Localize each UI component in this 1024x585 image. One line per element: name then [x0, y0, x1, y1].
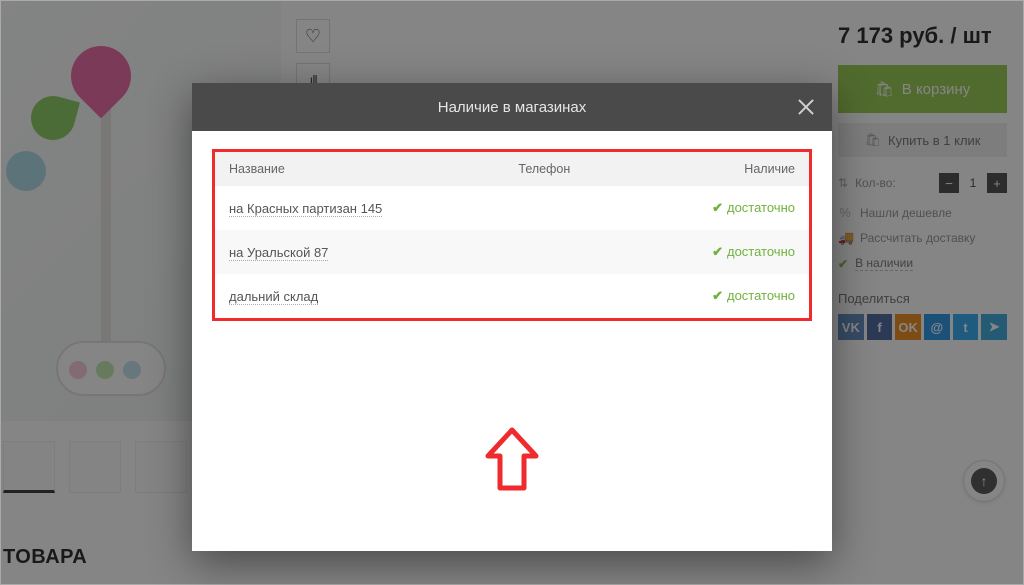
- modal-overlay[interactable]: Наличие в магазинах Название Телефон Нал…: [1, 1, 1023, 584]
- availability-table: Название Телефон Наличие на Красных парт…: [215, 152, 809, 318]
- check-icon: ✔: [712, 200, 723, 215]
- availability-modal: Наличие в магазинах Название Телефон Нал…: [192, 83, 832, 551]
- modal-title: Наличие в магазинах: [438, 99, 587, 116]
- store-name[interactable]: на Уральской 87: [229, 245, 328, 261]
- table-row: на Красных партизан 145 ✔достаточно: [215, 186, 809, 230]
- check-icon: ✔: [712, 288, 723, 303]
- check-icon: ✔: [712, 244, 723, 259]
- table-row: на Уральской 87 ✔достаточно: [215, 230, 809, 274]
- col-phone: Телефон: [504, 152, 631, 186]
- store-phone: [504, 274, 631, 318]
- col-avail: Наличие: [632, 152, 809, 186]
- store-availability: ✔достаточно: [712, 288, 795, 303]
- annotation-arrow-up-icon: [482, 426, 542, 496]
- highlight-annotation: Название Телефон Наличие на Красных парт…: [212, 149, 812, 321]
- col-name: Название: [215, 152, 504, 186]
- modal-header: Наличие в магазинах: [192, 83, 832, 131]
- table-header-row: Название Телефон Наличие: [215, 152, 809, 186]
- modal-body: Название Телефон Наличие на Красных парт…: [192, 131, 832, 551]
- modal-close-button[interactable]: [794, 95, 818, 119]
- store-phone: [504, 230, 631, 274]
- store-name[interactable]: дальний склад: [229, 289, 318, 305]
- table-row: дальний склад ✔достаточно: [215, 274, 809, 318]
- store-name[interactable]: на Красных партизан 145: [229, 201, 382, 217]
- store-availability: ✔достаточно: [712, 244, 795, 259]
- store-availability: ✔достаточно: [712, 200, 795, 215]
- store-phone: [504, 186, 631, 230]
